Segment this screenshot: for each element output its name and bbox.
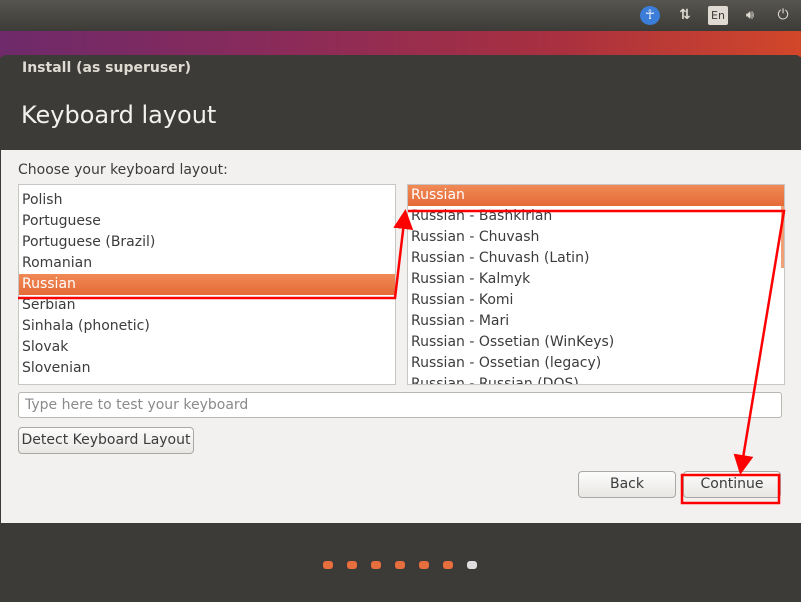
annotation-arrow-variant — [408, 209, 786, 475]
annotation-arrow-layout — [18, 209, 414, 300]
annotation-overlay — [18, 209, 786, 505]
annotation-continue-box — [680, 473, 781, 505]
